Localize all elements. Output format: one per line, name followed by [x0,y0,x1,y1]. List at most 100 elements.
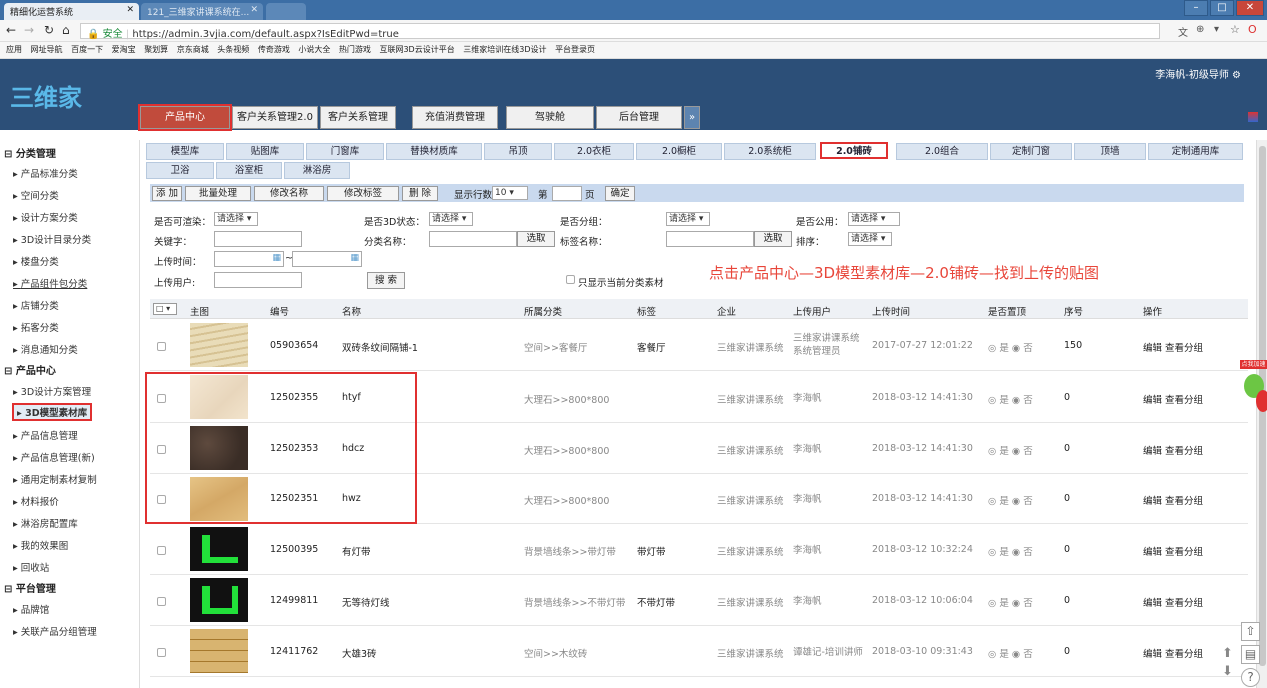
bookmark[interactable]: 应用 [6,42,22,58]
radio-icon[interactable]: ◎ [988,649,996,660]
only-current-checkbox[interactable] [566,275,575,284]
subtab[interactable]: 2.0组合 [896,143,988,160]
sidebar-section-platform[interactable]: ⊟ 平台管理 [4,580,56,595]
user-info[interactable]: 李海帆-初级导师 ⚙ [1155,66,1241,81]
sidebar-item[interactable]: ▸ 产品标准分类 [13,166,78,180]
nav-tab-crm[interactable]: 客户关系管理 [320,106,396,129]
grouped-select[interactable]: 请选择 ▾ [666,212,710,226]
sidebar-item[interactable]: ▸ 空间分类 [13,188,59,202]
radio-icon[interactable]: ◉ [1012,598,1020,609]
bookmark[interactable]: 网址导航 [31,42,63,58]
radio-icon[interactable]: ◉ [1012,395,1020,406]
row-top-radio[interactable]: ◎ 是 ◉ 否 [988,595,1033,609]
sidebar-item[interactable]: ▸ 我的效果图 [13,538,68,552]
row-checkbox[interactable] [157,647,166,657]
close-window-icon[interactable]: ✕ [1236,0,1264,16]
bookmark[interactable]: 传奇游戏 [258,42,290,58]
maximize-icon[interactable]: □ [1210,0,1234,16]
down-arrow-icon[interactable]: ⬇ [1222,664,1233,679]
radio-icon[interactable]: ◉ [1012,649,1020,660]
bookmark[interactable]: 聚划算 [144,42,168,58]
radio-icon[interactable]: ◉ [1012,547,1020,558]
extension-icon[interactable]: ▾ [1214,24,1219,35]
minimize-icon[interactable]: – [1184,0,1208,16]
sidebar-section-product[interactable]: ⊟ 产品中心 [4,362,56,377]
rename-button[interactable]: 修改名称 [254,186,324,201]
subtab[interactable]: 2.0衣柜 [554,143,634,160]
row-checkbox[interactable] [157,495,166,504]
nav-tab-crm2[interactable]: 客户关系管理2.0 [232,106,318,129]
radio-icon[interactable]: ◉ [1012,496,1020,507]
radio-icon[interactable]: ◉ [1012,446,1020,457]
help-icon[interactable]: ? [1241,668,1260,687]
row-checkbox[interactable] [157,393,166,403]
bookmark[interactable]: 热门游戏 [339,42,371,58]
up-arrow-icon[interactable]: ⬆ [1222,646,1233,661]
window-icon[interactable] [1248,112,1258,122]
row-checkbox[interactable] [157,545,166,555]
radio-icon[interactable]: ◎ [988,343,996,354]
subtab-2-0-tiling[interactable]: 2.0铺砖 [820,142,888,159]
floating-widget[interactable]: 点我加速 [1238,360,1267,420]
sidebar-item[interactable]: ▸ 拓客分类 [13,320,59,334]
uploader-input[interactable] [214,272,302,288]
row-top-radio[interactable]: ◎ 是 ◉ 否 [988,392,1033,406]
browser-tab-new[interactable] [266,3,306,20]
sidebar-item[interactable]: ▸ 品牌馆 [13,602,49,616]
gear-icon[interactable]: ⚙ [1232,70,1241,81]
row-actions[interactable]: 编辑 查看分组 [1143,392,1203,406]
row-checkbox[interactable] [157,596,166,606]
subtab[interactable]: 淋浴房 [284,162,350,179]
batch-button[interactable]: 批量处理 [185,186,251,201]
subtab[interactable]: 浴室柜 [216,162,282,179]
translate-icon[interactable]: 文 [1178,24,1188,39]
back-icon[interactable]: ← [6,23,16,37]
row-checkbox[interactable] [157,341,166,351]
row-checkbox[interactable] [157,444,166,454]
sidebar-item-3d-model-library[interactable]: ▸ 3D模型素材库 [12,403,93,421]
radio-icon[interactable]: ◎ [988,446,996,457]
browser-tab-active[interactable]: 精细化运营系统 ✕ [4,3,139,20]
category-input[interactable] [429,231,517,247]
nav-tab-cockpit[interactable]: 驾驶舱 [506,106,594,129]
rows-select[interactable]: 10 ▾ [492,186,528,200]
tag-input[interactable] [666,231,754,247]
opera-icon[interactable]: O [1248,23,1257,36]
public-select[interactable]: 请选择 ▾ [848,212,900,226]
delete-button[interactable]: 删 除 [402,186,438,201]
sidebar-item[interactable]: ▸ 设计方案分类 [13,210,78,224]
row-top-radio[interactable]: ◎ 是 ◉ 否 [988,544,1033,558]
bookmark[interactable]: 小说大全 [298,42,330,58]
forward-icon[interactable]: → [24,23,34,37]
sidebar-item[interactable]: ▸ 消息通知分类 [13,342,78,356]
sidebar-item[interactable]: ▸ 3D设计目录分类 [13,232,91,246]
radio-icon[interactable]: ◉ [1012,343,1020,354]
retag-button[interactable]: 修改标签 [327,186,399,201]
close-icon[interactable]: ✕ [250,5,258,15]
collapse-icon[interactable]: ⊟ [4,366,12,377]
keyword-input[interactable] [214,231,302,247]
sidebar-section-category[interactable]: ⊟ 分类管理 [4,145,56,160]
bookmark[interactable]: 互联网3D云设计平台 [379,42,454,58]
select-all-checkbox[interactable]: □ ▾ [153,303,177,315]
row-actions[interactable]: 编辑 查看分组 [1143,443,1203,457]
subtab[interactable]: 门窗库 [306,143,384,160]
row-top-radio[interactable]: ◎ 是 ◉ 否 [988,493,1033,507]
subtab[interactable]: 替换材质库 [386,143,482,160]
tag-select-button[interactable]: 选取 [754,231,792,247]
sidebar-item[interactable]: ▸ 产品信息管理 [13,428,78,442]
star-icon[interactable]: ☆ [1230,23,1240,36]
radio-icon[interactable]: ◎ [988,496,996,507]
row-actions[interactable]: 编辑 查看分组 [1143,544,1203,558]
subtab[interactable]: 2.0橱柜 [636,143,722,160]
row-actions[interactable]: 编辑 查看分组 [1143,595,1203,609]
radio-icon[interactable]: ◎ [988,547,996,558]
sidebar-item[interactable]: ▸ 楼盘分类 [13,254,59,268]
browser-tab[interactable]: 121_三维家讲课系统在... ✕ [141,3,263,20]
confirm-button[interactable]: 确定 [605,186,635,201]
row-actions[interactable]: 编辑 查看分组 [1143,493,1203,507]
bookmark[interactable]: 爱淘宝 [112,42,136,58]
page-input[interactable] [552,186,582,201]
home-icon[interactable]: ⌂ [62,23,70,37]
collapse-icon[interactable]: ⊟ [4,584,12,595]
